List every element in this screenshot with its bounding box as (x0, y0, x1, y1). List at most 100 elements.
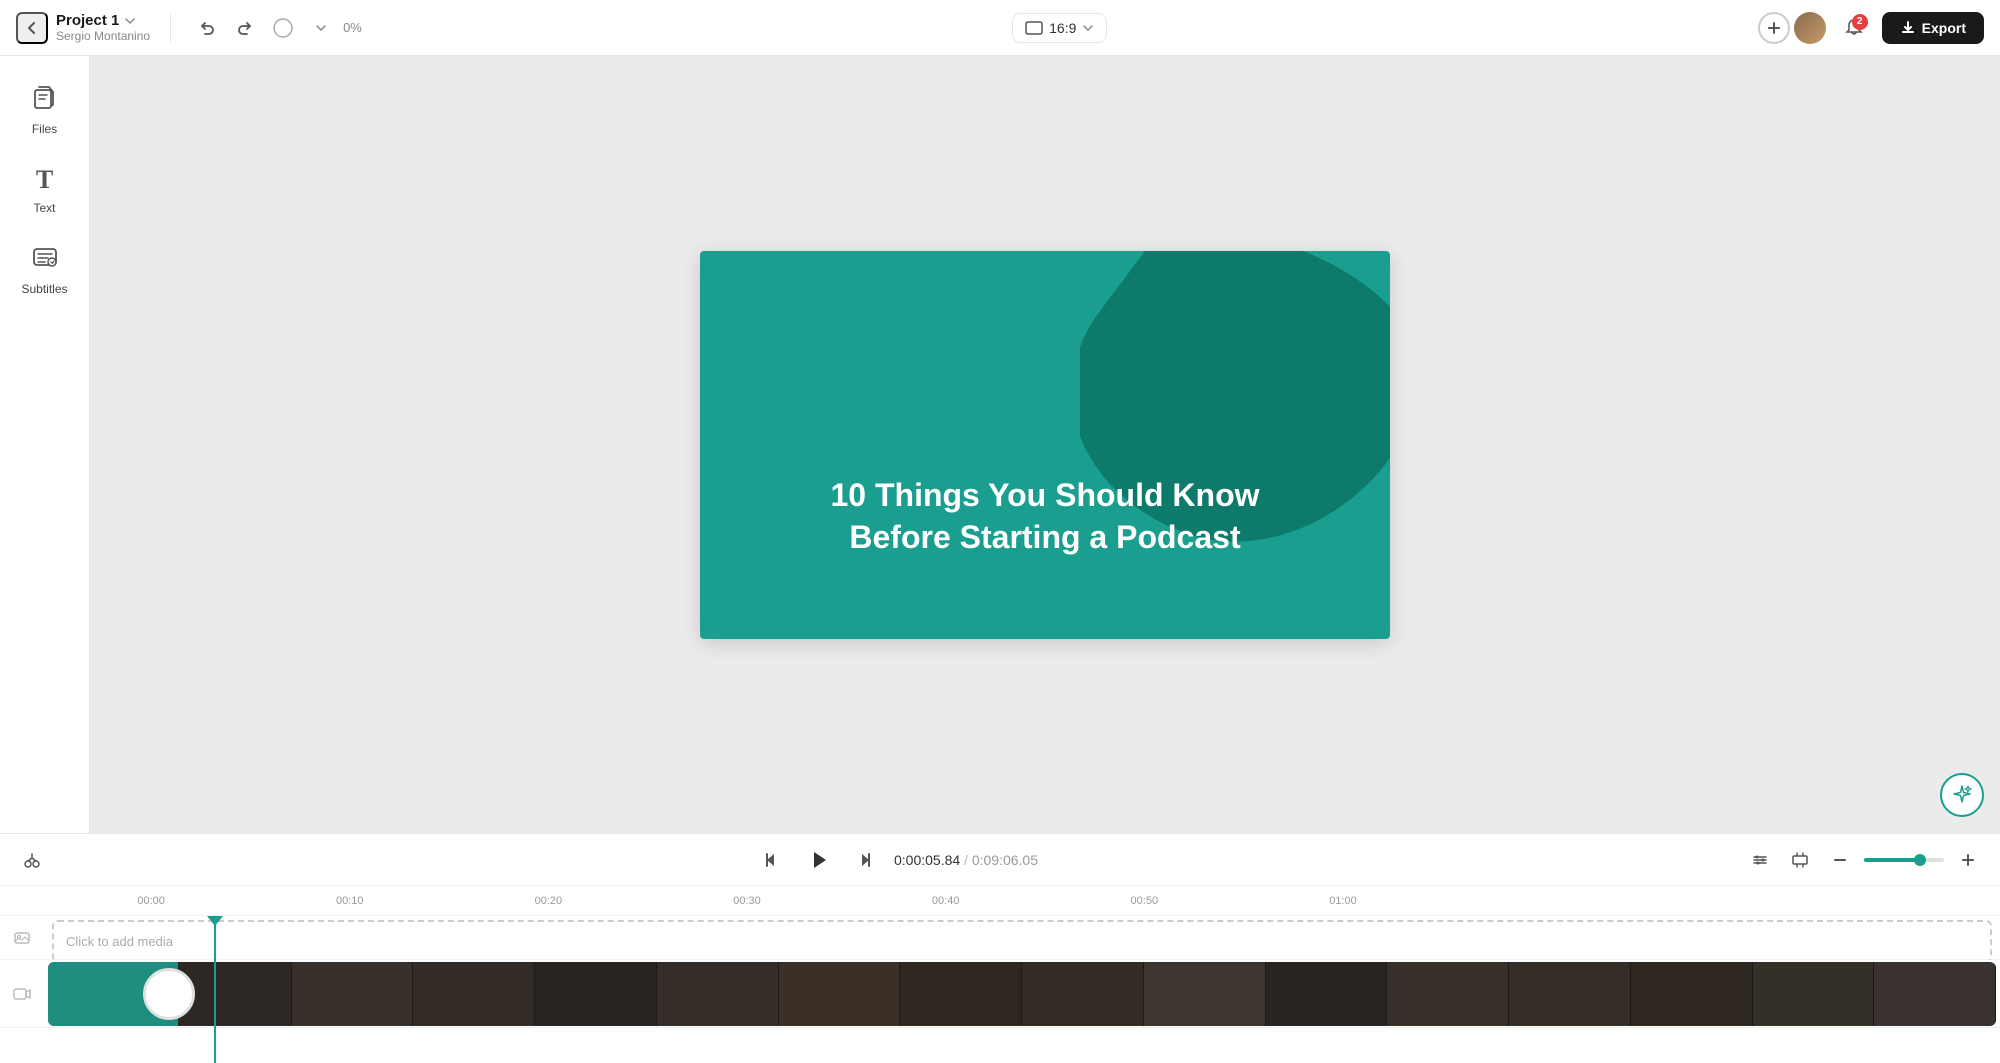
aspect-ratio-dropdown-icon (1082, 22, 1094, 34)
time-display: 0:00:05.84 / 0:09:06.05 (894, 852, 1038, 868)
timeline-area: 00:00 00:10 00:20 00:30 00:40 00:50 01:0… (0, 886, 2000, 1063)
back-button[interactable] (16, 12, 48, 44)
files-icon (32, 84, 58, 116)
play-icon (804, 846, 832, 874)
volume-slider[interactable] (1864, 858, 1944, 862)
project-name[interactable]: Project 1 (56, 12, 150, 29)
redo-button[interactable] (229, 12, 261, 44)
transport-left (16, 844, 48, 876)
canvas-area: 10 Things You Should Know Before Startin… (90, 56, 2000, 833)
files-label: Files (32, 122, 57, 136)
sidebar-item-text[interactable]: T Text (7, 152, 83, 228)
film-frame-7 (779, 962, 901, 1026)
zoom-out-button[interactable] (1824, 844, 1856, 876)
text-icon: T (36, 165, 53, 195)
film-frame-3 (292, 962, 414, 1026)
fast-forward-button[interactable] (850, 844, 882, 876)
main-area: Files T Text Subtitles (0, 56, 2000, 833)
video-track (0, 960, 2000, 1028)
film-frame-11 (1266, 962, 1388, 1026)
media-add-track: Click to add media (0, 916, 2000, 960)
volume-thumb (1914, 854, 1926, 866)
preview-canvas[interactable]: 10 Things You Should Know Before Startin… (700, 251, 1390, 639)
project-name-dropdown-icon (123, 14, 137, 28)
ruler-mark-0010: 00:10 (336, 895, 364, 907)
avatar (1794, 12, 1826, 44)
settings-icon (1751, 851, 1769, 869)
zoom-fit-button[interactable] (1784, 844, 1816, 876)
transport-right (1744, 844, 1984, 876)
ruler-mark-0100: 01:00 (1329, 895, 1357, 907)
settings-button[interactable] (1744, 844, 1776, 876)
play-button[interactable] (798, 840, 838, 880)
progress-button[interactable] (267, 12, 299, 44)
media-add-content[interactable]: Click to add media (44, 916, 2000, 959)
video-track-content[interactable] (48, 962, 1996, 1026)
magic-button[interactable] (1940, 773, 1984, 817)
film-frame-13 (1509, 962, 1631, 1026)
film-frame-6 (657, 962, 779, 1026)
preview-background: 10 Things You Should Know Before Startin… (700, 251, 1390, 639)
add-collaborator-button[interactable] (1758, 12, 1790, 44)
cut-button[interactable] (16, 844, 48, 876)
bottom-panel: 0:00:05.84 / 0:09:06.05 (0, 833, 2000, 1063)
sparkle-icon (1951, 784, 1973, 806)
header-left: Project 1 Sergio Montanino (16, 12, 150, 44)
zoom-in-button[interactable] (1952, 844, 1984, 876)
export-icon (1900, 20, 1916, 36)
export-button[interactable]: Export (1882, 12, 1984, 44)
add-media-label: Click to add media (66, 934, 173, 949)
film-frame-15 (1753, 962, 1875, 1026)
film-frame-10 (1144, 962, 1266, 1026)
notifications-button[interactable]: 2 (1838, 12, 1870, 44)
header-divider (170, 14, 171, 42)
transport-center: 0:00:05.84 / 0:09:06.05 (56, 840, 1736, 880)
header-right: 2 Export (1758, 12, 1984, 44)
sidebar: Files T Text Subtitles (0, 56, 90, 833)
sidebar-item-files[interactable]: Files (7, 72, 83, 148)
dropdown-button[interactable] (305, 12, 337, 44)
sidebar-item-subtitles[interactable]: Subtitles (7, 232, 83, 308)
film-frame-12 (1387, 962, 1509, 1026)
header-actions: 0% (191, 12, 362, 44)
progress-value: 0% (343, 20, 362, 35)
film-frame-8 (900, 962, 1022, 1026)
film-frame-5 (535, 962, 657, 1026)
fast-forward-icon (855, 849, 877, 871)
time-current: 0:00:05.84 (894, 852, 960, 868)
add-media-zone[interactable]: Click to add media (52, 920, 1992, 963)
timeline-ruler: 00:00 00:10 00:20 00:30 00:40 00:50 01:0… (0, 886, 2000, 916)
film-frame-14 (1631, 962, 1753, 1026)
film-frame-4 (413, 962, 535, 1026)
ruler-mark-0030: 00:30 (733, 895, 761, 907)
ruler-mark-0050: 00:50 (1131, 895, 1159, 907)
film-frame-16 (1874, 962, 1996, 1026)
volume-fill (1864, 858, 1920, 862)
header-center: 16:9 (374, 13, 1746, 43)
track-photo-icon (0, 929, 44, 947)
header: Project 1 Sergio Montanino (0, 0, 2000, 56)
project-info: Project 1 Sergio Montanino (56, 12, 150, 43)
film-frame-9 (1022, 962, 1144, 1026)
rewind-button[interactable] (754, 844, 786, 876)
video-filmstrip (48, 962, 1996, 1026)
preview-title: 10 Things You Should Know Before Startin… (700, 475, 1390, 558)
circle-thumbnail (143, 968, 195, 1020)
ruler-marks: 00:00 00:10 00:20 00:30 00:40 00:50 01:0… (90, 886, 2000, 915)
tracks-container: Click to add media (0, 916, 2000, 1063)
plus-icon (1959, 851, 1977, 869)
rewind-icon (759, 849, 781, 871)
aspect-ratio-button[interactable]: 16:9 (1012, 13, 1107, 43)
ruler-mark-0000: 00:00 (137, 895, 165, 907)
text-label: Text (33, 201, 55, 215)
notification-badge: 2 (1852, 14, 1868, 30)
scissors-icon (23, 851, 41, 869)
zoom-fit-icon (1791, 851, 1809, 869)
ruler-mark-0040: 00:40 (932, 895, 960, 907)
transport-bar: 0:00:05.84 / 0:09:06.05 (0, 834, 2000, 886)
collaborator-area (1758, 12, 1826, 44)
time-total: 0:09:06.05 (972, 852, 1038, 868)
minus-icon (1831, 851, 1849, 869)
undo-button[interactable] (191, 12, 223, 44)
track-video-icon (0, 985, 44, 1003)
